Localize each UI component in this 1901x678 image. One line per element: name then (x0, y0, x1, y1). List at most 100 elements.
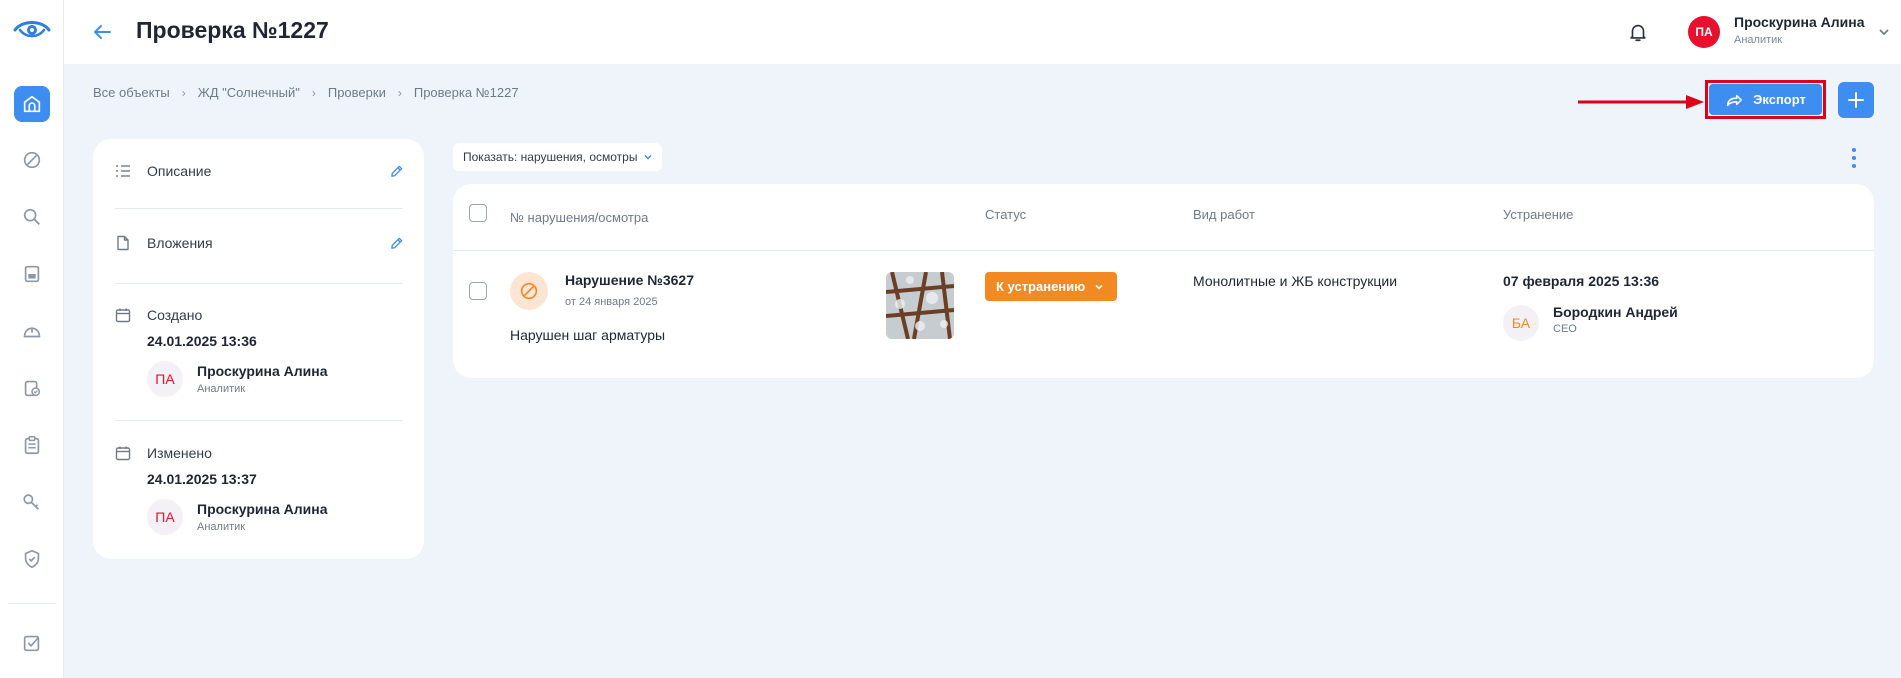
select-all-checkbox[interactable] (469, 204, 487, 222)
clipboard-list-icon (24, 436, 40, 455)
notifications-button[interactable] (1624, 18, 1652, 46)
file-icon (115, 235, 131, 251)
column-header-number[interactable]: № нарушения/осмотра (510, 210, 648, 225)
user-role: Аналитик (1734, 34, 1783, 46)
sidebar-item-violations[interactable] (14, 142, 50, 178)
edit-attachments-button[interactable] (387, 234, 405, 252)
chevron-right-icon: › (181, 85, 186, 100)
breadcrumb-all-objects[interactable]: Все объекты (93, 85, 170, 100)
column-header-work-type[interactable]: Вид работ (1193, 207, 1255, 222)
header-divider (453, 250, 1874, 251)
header: Проверка №1227 ПА Проскурина Алина Анали… (64, 0, 1901, 64)
filter-label: Показать: нарушения, осмотры (463, 150, 638, 164)
avatar: БА (1503, 305, 1539, 341)
prohibited-icon (23, 151, 41, 169)
created-row: Создано (115, 305, 405, 325)
back-button[interactable] (88, 18, 116, 46)
export-button[interactable]: Экспорт (1709, 84, 1822, 115)
sidebar-item-checklists[interactable] (14, 370, 50, 406)
avatar: ПА (147, 361, 183, 397)
checkbox-icon (23, 635, 40, 652)
eye-logo-icon[interactable] (12, 16, 52, 44)
fix-deadline: 07 февраля 2025 13:36 (1503, 273, 1660, 289)
plus-icon (1848, 92, 1864, 108)
assignee-role: CEO (1553, 323, 1577, 335)
modified-date: 24.01.2025 13:37 (147, 471, 257, 487)
modified-row: Изменено (115, 443, 405, 463)
breadcrumb-current: Проверка №1227 (413, 85, 519, 100)
key-icon (23, 494, 40, 510)
status-label: К устранению (996, 279, 1086, 294)
user-avatar[interactable]: ПА (1688, 16, 1720, 48)
shield-check-icon (24, 549, 40, 569)
prohibited-icon (510, 272, 548, 310)
filter-dropdown[interactable]: Показать: нарушения, осмотры (453, 143, 662, 171)
details-panel: Описание Вложения Создано 24.01.2025 13:… (93, 139, 424, 559)
dot-icon (1852, 164, 1856, 168)
work-type: Монолитные и ЖБ конструкции (1193, 273, 1398, 289)
hardhat-icon (23, 327, 41, 338)
chevron-right-icon: › (311, 85, 316, 100)
more-options-button[interactable] (1845, 148, 1863, 168)
user-name[interactable]: Проскурина Алина (1734, 14, 1865, 30)
created-label: Создано (147, 307, 203, 323)
row-checkbox[interactable] (469, 282, 487, 300)
add-button[interactable] (1838, 82, 1874, 118)
attachments-label: Вложения (147, 235, 213, 251)
chevron-down-icon (644, 154, 652, 160)
violations-table: № нарушения/осмотра Статус Вид работ Уст… (453, 184, 1874, 378)
sidebar-divider (8, 603, 56, 604)
breadcrumb-object[interactable]: ЖД "Солнечный" (198, 85, 300, 100)
sidebar-item-tasks[interactable] (14, 427, 50, 463)
sidebar-item-quality[interactable] (14, 541, 50, 577)
created-date: 24.01.2025 13:36 (147, 333, 257, 349)
sidebar-item-documents[interactable] (14, 256, 50, 292)
chevron-right-icon: › (397, 85, 402, 100)
chevron-down-icon (1879, 29, 1889, 36)
calendar-icon (115, 445, 131, 461)
description-row[interactable]: Описание (115, 161, 405, 181)
divider (115, 420, 403, 421)
pencil-icon (390, 165, 402, 177)
clipboard-check-icon (24, 380, 41, 397)
export-label: Экспорт (1753, 92, 1806, 107)
description-label: Описание (147, 163, 212, 179)
dot-icon (1852, 156, 1856, 160)
dot-icon (1852, 148, 1856, 152)
modified-by-role: Аналитик (197, 521, 246, 533)
breadcrumb-inspections[interactable]: Проверки (328, 85, 386, 100)
edit-description-button[interactable] (387, 162, 405, 180)
sidebar-item-objects[interactable] (14, 86, 50, 122)
user-menu-chevron[interactable] (1876, 24, 1892, 40)
divider (115, 208, 403, 209)
sidebar-item-safety[interactable] (14, 313, 50, 349)
violation-photo-thumbnail[interactable] (886, 272, 954, 339)
bell-icon (1630, 24, 1646, 42)
annotation-arrow-icon (1578, 95, 1704, 109)
sidebar-item-inspections[interactable] (14, 199, 50, 235)
violation-title[interactable]: Нарушение №3627 (565, 272, 694, 288)
breadcrumb: Все объекты › ЖД "Солнечный" › Проверки … (93, 85, 519, 100)
share-arrow-icon (1727, 94, 1743, 106)
list-icon (115, 163, 131, 179)
calendar-icon (115, 307, 131, 323)
status-dropdown[interactable]: К устранению (985, 272, 1117, 301)
divider (115, 283, 403, 284)
page-title: Проверка №1227 (136, 17, 329, 43)
home-icon (23, 95, 41, 113)
search-icon (23, 208, 40, 225)
avatar: ПА (147, 499, 183, 535)
column-header-fix[interactable]: Устранение (1503, 207, 1573, 222)
sidebar-item-approvals[interactable] (14, 625, 50, 661)
assignee-name: Бородкин Андрей (1553, 304, 1678, 320)
pencil-icon (390, 237, 402, 249)
arrow-left-icon (94, 25, 111, 39)
sidebar (0, 0, 64, 678)
column-header-status[interactable]: Статус (985, 207, 1026, 222)
attachments-row[interactable]: Вложения (115, 233, 405, 253)
created-by-role: Аналитик (197, 383, 246, 395)
violation-date: от 24 января 2025 (565, 296, 658, 308)
sidebar-item-access[interactable] (14, 484, 50, 520)
document-icon (24, 265, 40, 283)
modified-label: Изменено (147, 445, 212, 461)
